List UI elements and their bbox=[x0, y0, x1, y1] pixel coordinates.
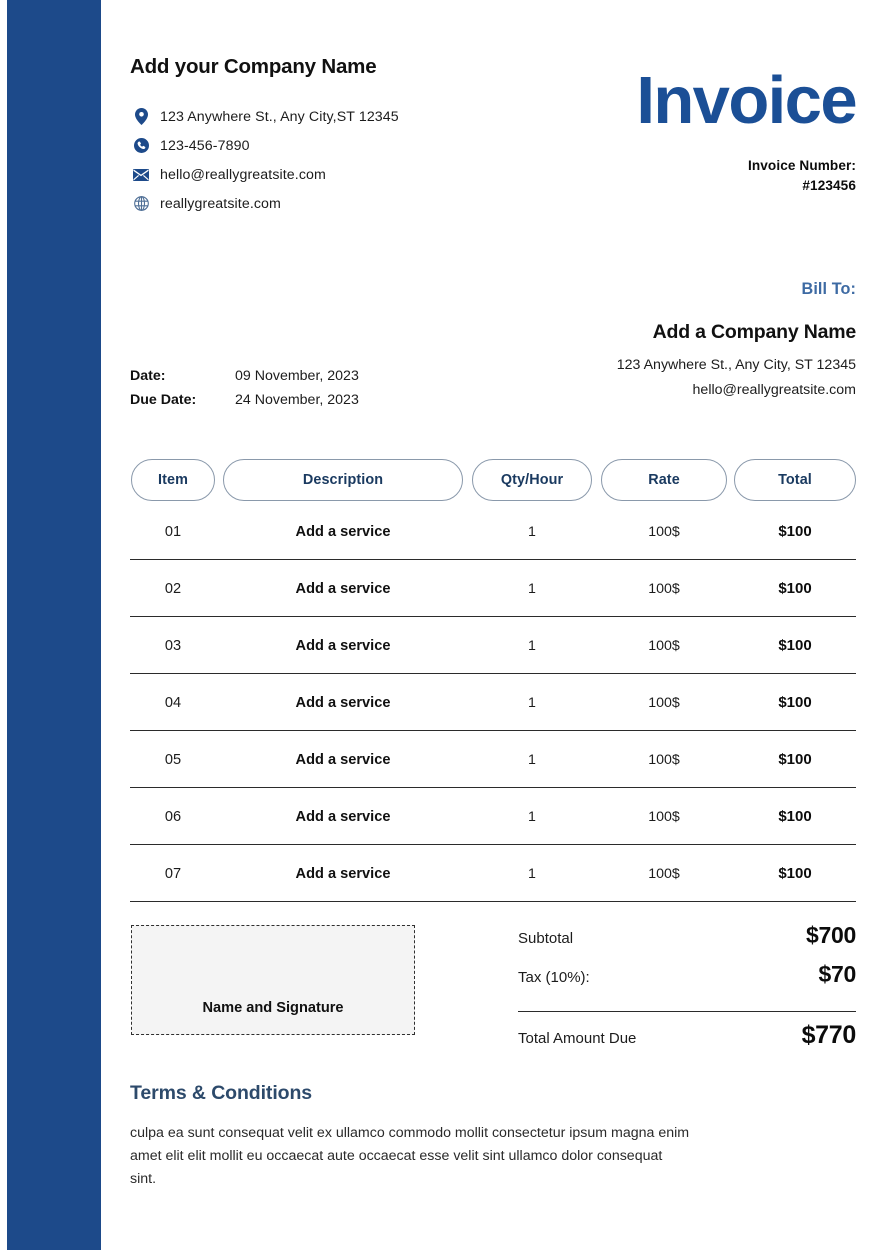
globe-icon bbox=[130, 196, 152, 211]
date-value: 09 November, 2023 bbox=[235, 368, 359, 384]
invoice-number-value: #123456 bbox=[802, 178, 856, 194]
cell-total: $100 bbox=[778, 751, 812, 768]
cell-total: $100 bbox=[778, 865, 812, 882]
phone-icon bbox=[130, 138, 152, 153]
table-row: 02 Add a service 1 100$ $100 bbox=[130, 560, 856, 617]
cell-item: 03 bbox=[164, 637, 182, 654]
bill-to-block: Bill To: Add a Company Name 123 Anywhere… bbox=[436, 280, 856, 402]
cell-qty: 1 bbox=[528, 523, 536, 540]
column-header-rate: Rate bbox=[601, 459, 727, 501]
column-header-qty: Qty/Hour bbox=[472, 459, 592, 501]
grand-total-value: $770 bbox=[801, 1021, 857, 1050]
tax-label: Tax (10%): bbox=[518, 969, 590, 986]
signature-placeholder: Name and Signature bbox=[202, 1000, 344, 1016]
cell-rate: 100$ bbox=[648, 865, 680, 882]
bill-to-email: hello@reallygreatsite.com bbox=[692, 382, 856, 398]
tax-row: Tax (10%): $70 bbox=[518, 961, 856, 1000]
invoice-content: Add your Company Name 123 Anywhere St., … bbox=[130, 0, 858, 1250]
terms-body: culpa ea sunt consequat velit ex ullamco… bbox=[130, 1125, 690, 1187]
column-header-total: Total bbox=[734, 459, 856, 501]
date-row: Date: 09 November, 2023 bbox=[130, 364, 359, 388]
cell-qty: 1 bbox=[528, 808, 536, 825]
cell-description: Add a service bbox=[295, 865, 391, 882]
tax-value: $70 bbox=[818, 961, 857, 987]
cell-qty: 1 bbox=[528, 694, 536, 711]
column-header-description: Description bbox=[223, 459, 463, 501]
cell-item: 06 bbox=[164, 808, 182, 825]
cell-description: Add a service bbox=[295, 808, 391, 825]
totals-block: Subtotal $700 Tax (10%): $70 Total Amoun… bbox=[518, 922, 856, 1060]
cell-total: $100 bbox=[778, 580, 812, 597]
dates-block: Date: 09 November, 2023 Due Date: 24 Nov… bbox=[130, 364, 359, 412]
cell-description: Add a service bbox=[295, 637, 391, 654]
contact-email-text: hello@reallygreatsite.com bbox=[160, 166, 326, 183]
totals-divider bbox=[518, 1011, 856, 1013]
contact-website-text: reallygreatsite.com bbox=[160, 195, 281, 212]
date-label: Date: bbox=[130, 368, 166, 384]
signature-and-totals: Name and Signature Subtotal $700 Tax (10… bbox=[130, 922, 856, 1052]
cell-item: 01 bbox=[164, 523, 182, 540]
cell-qty: 1 bbox=[528, 751, 536, 768]
grand-total-label: Total Amount Due bbox=[518, 1030, 637, 1048]
line-items-table: Item Description Qty/Hour Rate Total 01 … bbox=[130, 459, 856, 902]
signature-box[interactable]: Name and Signature bbox=[131, 925, 415, 1035]
subtotal-row: Subtotal $700 bbox=[518, 922, 856, 961]
cell-item: 07 bbox=[164, 865, 182, 882]
cell-description: Add a service bbox=[295, 580, 391, 597]
cell-rate: 100$ bbox=[648, 523, 680, 540]
table-row: 05 Add a service 1 100$ $100 bbox=[130, 731, 856, 788]
cell-rate: 100$ bbox=[648, 580, 680, 597]
due-date-value: 24 November, 2023 bbox=[235, 392, 359, 408]
subtotal-label: Subtotal bbox=[518, 930, 574, 947]
cell-item: 05 bbox=[164, 751, 182, 768]
cell-total: $100 bbox=[778, 808, 812, 825]
invoice-title: Invoice bbox=[636, 63, 857, 138]
invoice-number-label: Invoice Number: bbox=[747, 158, 856, 173]
cell-rate: 100$ bbox=[648, 637, 680, 654]
cell-qty: 1 bbox=[528, 637, 536, 654]
table-row: 04 Add a service 1 100$ $100 bbox=[130, 674, 856, 731]
cell-total: $100 bbox=[778, 637, 812, 654]
grand-total-row: Total Amount Due $770 bbox=[518, 1021, 856, 1060]
due-date-label: Due Date: bbox=[130, 392, 197, 408]
invoice-page: Add your Company Name 123 Anywhere St., … bbox=[0, 0, 884, 1250]
contact-phone-text: 123-456-7890 bbox=[160, 137, 250, 154]
terms-section: Terms & Conditions culpa ea sunt consequ… bbox=[130, 1082, 690, 1191]
table-header-row: Item Description Qty/Hour Rate Total bbox=[130, 459, 856, 503]
bill-to-label: Bill To: bbox=[801, 280, 856, 298]
cell-item: 04 bbox=[164, 694, 182, 711]
subtotal-value: $700 bbox=[806, 922, 856, 948]
contact-address-text: 123 Anywhere St., Any City,ST 12345 bbox=[160, 108, 399, 125]
cell-rate: 100$ bbox=[648, 751, 680, 768]
cell-total: $100 bbox=[778, 694, 812, 711]
cell-qty: 1 bbox=[528, 580, 536, 597]
bill-to-address: 123 Anywhere St., Any City, ST 12345 bbox=[616, 357, 856, 373]
table-row: 03 Add a service 1 100$ $100 bbox=[130, 617, 856, 674]
cell-total: $100 bbox=[778, 523, 812, 540]
invoice-header: Add your Company Name 123 Anywhere St., … bbox=[130, 55, 858, 225]
terms-title: Terms & Conditions bbox=[130, 1082, 313, 1104]
cell-item: 02 bbox=[164, 580, 182, 597]
cell-description: Add a service bbox=[295, 751, 391, 768]
cell-rate: 100$ bbox=[648, 808, 680, 825]
due-date-row: Due Date: 24 November, 2023 bbox=[130, 388, 359, 412]
invoice-number-block: Invoice Number: #123456 bbox=[456, 156, 856, 196]
cell-rate: 100$ bbox=[648, 694, 680, 711]
cell-qty: 1 bbox=[528, 865, 536, 882]
cell-description: Add a service bbox=[295, 694, 391, 711]
envelope-icon bbox=[130, 168, 152, 181]
table-row: 01 Add a service 1 100$ $100 bbox=[130, 503, 856, 560]
location-pin-icon bbox=[130, 108, 152, 125]
invoice-title-block: Invoice Invoice Number: #123456 bbox=[456, 63, 857, 196]
table-row: 07 Add a service 1 100$ $100 bbox=[130, 845, 856, 902]
column-header-item: Item bbox=[131, 459, 215, 501]
table-row: 06 Add a service 1 100$ $100 bbox=[130, 788, 856, 845]
left-accent-bar bbox=[7, 0, 101, 1250]
bill-to-company: Add a Company Name bbox=[652, 321, 857, 343]
cell-description: Add a service bbox=[295, 523, 391, 540]
